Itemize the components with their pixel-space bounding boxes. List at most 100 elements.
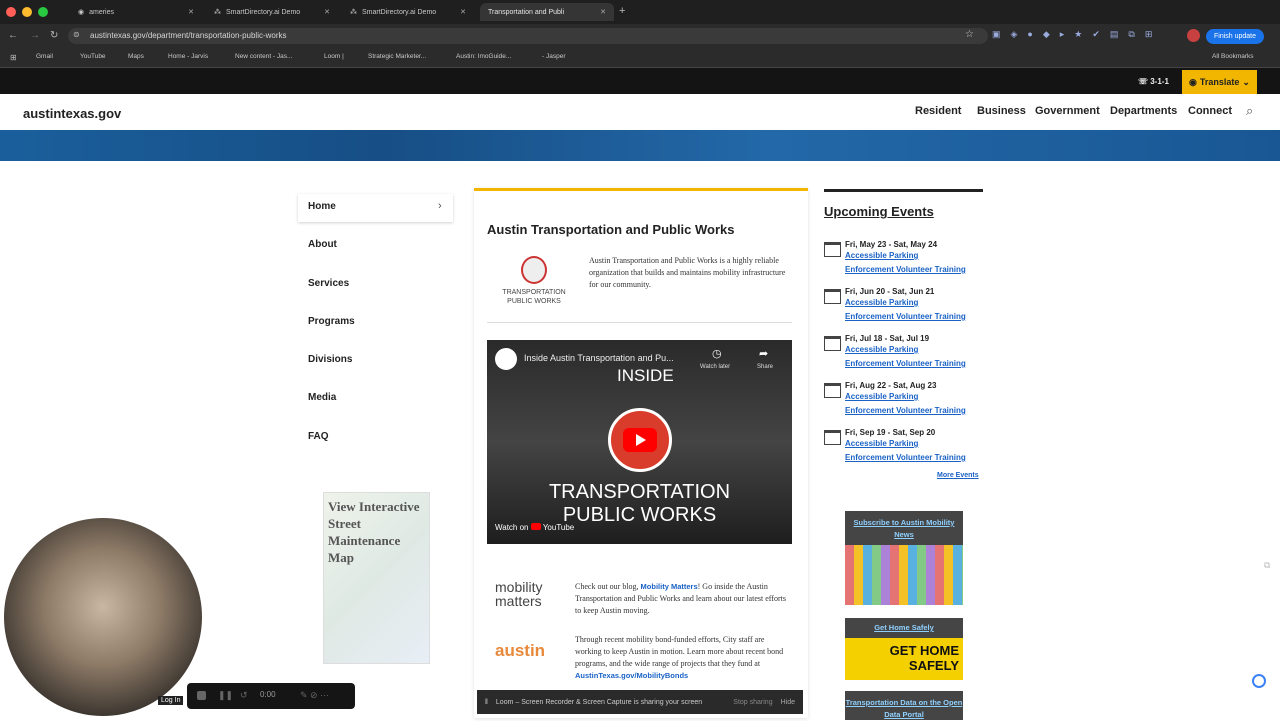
watch-later-label: Watch later	[700, 364, 731, 370]
event-link[interactable]: Accessible Parking Enforcement Volunteer …	[845, 437, 995, 465]
browser-tab[interactable]: ⁂ SmartDirectory.ai Demo ✕	[342, 3, 474, 21]
tab-close-icon[interactable]: ✕	[600, 8, 606, 16]
nav-connect[interactable]: Connect	[1188, 105, 1232, 117]
event-date: Fri, Sep 19 - Sat, Sep 20	[845, 428, 936, 437]
sidenav-media[interactable]: Media	[308, 392, 336, 403]
bookmark-item[interactable]: Strategic Marketer...	[368, 53, 426, 60]
sidenav-about[interactable]: About	[308, 239, 337, 250]
get-home-safely-promo[interactable]: Get Home Safely	[845, 618, 963, 638]
browser-tab-active[interactable]: Transportation and Publi ✕	[480, 3, 614, 21]
event-link-line2: Enforcement Volunteer Training	[845, 453, 966, 462]
finish-update-button[interactable]: Finish update	[1206, 29, 1264, 44]
finish-update-label: Finish update	[1213, 33, 1257, 40]
bookmark-item[interactable]: Loom |	[324, 53, 344, 60]
event-link-line2: Enforcement Volunteer Training	[845, 406, 966, 415]
event-link-line2: Enforcement Volunteer Training	[845, 359, 966, 368]
clock-icon[interactable]: ◷	[712, 347, 722, 360]
event-link[interactable]: Accessible Parking Enforcement Volunteer …	[845, 343, 995, 371]
event-link[interactable]: Accessible Parking Enforcement Volunteer …	[845, 390, 995, 418]
event-link-line2: Enforcement Volunteer Training	[845, 312, 966, 321]
maximize-window-button[interactable]	[38, 7, 48, 17]
bookmark-item[interactable]: Home - Jarvis	[168, 53, 208, 60]
sidenav-faq[interactable]: FAQ	[308, 431, 329, 442]
bookmark-item[interactable]: Gmail	[36, 53, 53, 60]
mobility-logo-line2: matters	[495, 593, 542, 609]
forward-icon[interactable]: →	[30, 30, 40, 41]
hide-button[interactable]: Hide	[781, 699, 795, 706]
bookmark-item[interactable]: New content - Jas...	[235, 53, 292, 60]
search-icon[interactable]: ⌕	[1246, 103, 1253, 119]
tab-close-icon[interactable]: ✕	[460, 8, 466, 16]
mobility-matters-logo[interactable]: mobility matters	[495, 580, 559, 614]
tab-close-icon[interactable]: ✕	[324, 8, 330, 16]
chevron-down-icon: ⌄	[1242, 76, 1250, 87]
watch-on-youtube-button[interactable]: Watch on YouTube	[495, 523, 574, 532]
sidenav-home[interactable]: Home	[308, 201, 336, 212]
reload-icon[interactable]: ↻	[50, 30, 58, 41]
austin-mobility-bonds-logo[interactable]: austin	[495, 641, 545, 661]
sidenav-services[interactable]: Services	[308, 278, 349, 289]
browser-tab[interactable]: ⁂ SmartDirectory.ai Demo ✕	[206, 3, 338, 21]
upcoming-events-heading[interactable]: Upcoming Events	[824, 204, 934, 219]
subscribe-promo[interactable]: Subscribe to Austin Mobility News	[845, 511, 963, 545]
extension-icons[interactable]: ▣◈●◆▸★✔▤⧉⊞	[992, 29, 1162, 40]
share-icon[interactable]: ➦	[759, 347, 768, 360]
more-events-link[interactable]: More Events	[937, 472, 979, 479]
window-controls	[6, 7, 48, 17]
new-tab-icon[interactable]: +	[619, 5, 625, 17]
side-widget-icon[interactable]: ⧉	[1264, 560, 1270, 571]
site-info-icon[interactable]: ⊜	[73, 30, 80, 39]
get-home-safely-image[interactable]: GET HOME SAFELY	[845, 638, 963, 680]
stop-sharing-button[interactable]: Stop sharing	[733, 699, 772, 706]
play-button[interactable]	[623, 428, 657, 452]
intro-text: Austin Transportation and Public Works i…	[589, 256, 786, 289]
apps-grid-icon[interactable]: ⊞	[10, 53, 17, 62]
nav-resident[interactable]: Resident	[915, 105, 961, 117]
accessibility-widget-icon[interactable]	[1252, 674, 1266, 688]
translate-button[interactable]: ◉ Translate ⌄	[1182, 70, 1257, 94]
nav-government[interactable]: Government	[1035, 105, 1100, 117]
open-data-promo[interactable]: Transportation Data on the Open Data Por…	[845, 691, 963, 720]
bookmark-item[interactable]: YouTube	[80, 53, 106, 60]
nav-departments[interactable]: Departments	[1110, 105, 1177, 117]
event-link[interactable]: Accessible Parking Enforcement Volunteer …	[845, 296, 995, 324]
url-field[interactable]: austintexas.gov/department/transportatio…	[68, 28, 988, 44]
back-icon[interactable]: ←	[8, 30, 18, 41]
blog-text: Check out our blog, Mobility Matters! Go…	[575, 581, 787, 617]
tab-close-icon[interactable]: ✕	[188, 8, 194, 16]
loom-draw-icon[interactable]: ✎ ⊘ ⋯	[300, 690, 329, 701]
watch-on-label: Watch on	[495, 523, 529, 532]
bookmark-item[interactable]: Austin: ImoGuide...	[456, 53, 511, 60]
loom-stop-icon[interactable]	[197, 691, 206, 700]
sidenav-divisions[interactable]: Divisions	[308, 354, 352, 365]
event-link-line1: Accessible Parking	[845, 251, 919, 260]
loom-login-button[interactable]: Log In	[158, 696, 184, 705]
open-data-label: Transportation Data on the Open Data Por…	[845, 698, 963, 719]
phone-311-link[interactable]: ☏ 3-1-1	[1138, 77, 1169, 86]
profile-avatar[interactable]	[1187, 29, 1200, 42]
browser-tab[interactable]: ◉ ameries ✕	[70, 3, 202, 21]
bookmark-star-icon[interactable]: ☆	[965, 29, 974, 40]
channel-avatar[interactable]	[495, 348, 517, 370]
bookmark-item[interactable]: Maps	[128, 53, 144, 60]
mobility-bonds-link[interactable]: AustinTexas.gov/MobilityBonds	[575, 671, 688, 680]
subscribe-promo-image[interactable]	[845, 545, 963, 605]
loom-pause-icon[interactable]: ❚❚	[218, 690, 233, 701]
screen-share-notice: ‖ Loom – Screen Recorder & Screen Captur…	[477, 690, 803, 714]
tab-favicon-icon: ⁂	[214, 9, 221, 16]
sidenav-programs[interactable]: Programs	[308, 316, 355, 327]
video-title[interactable]: Inside Austin Transportation and Pu...	[524, 353, 674, 363]
divider	[487, 322, 792, 323]
bookmark-item[interactable]: - Jasper	[542, 53, 565, 60]
street-map-promo[interactable]: View Interactive Street Maintenance Map	[323, 492, 430, 664]
event-link[interactable]: Accessible Parking Enforcement Volunteer …	[845, 249, 995, 277]
minimize-window-button[interactable]	[22, 7, 32, 17]
loom-webcam-bubble[interactable]	[4, 518, 202, 716]
subscribe-label: Subscribe to Austin Mobility News	[853, 518, 955, 539]
site-logo[interactable]: austintexas.gov	[23, 106, 121, 121]
close-window-button[interactable]	[6, 7, 16, 17]
all-bookmarks-button[interactable]: All Bookmarks	[1212, 53, 1254, 60]
mobility-matters-link[interactable]: Mobility Matters	[641, 582, 698, 591]
nav-business[interactable]: Business	[977, 105, 1026, 117]
loom-restart-icon[interactable]: ↺	[240, 690, 248, 701]
